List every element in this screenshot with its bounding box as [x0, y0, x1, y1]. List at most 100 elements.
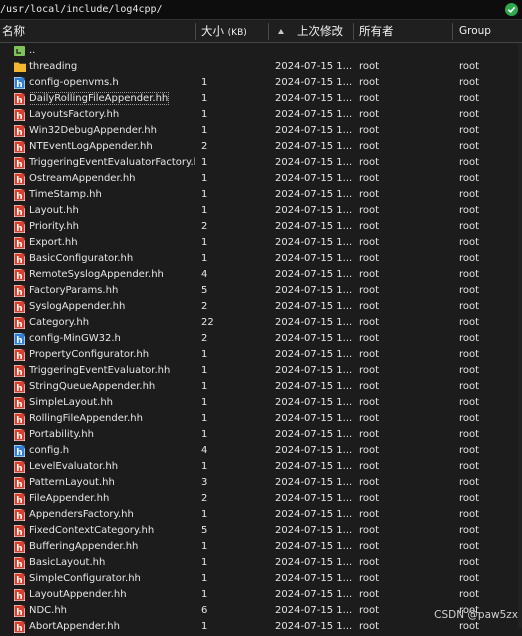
file-row[interactable]: h Win32DebugAppender.hh 1 2024-07-15 1... ro…: [0, 123, 522, 139]
file-modified: 2024-07-15 1...: [275, 413, 353, 424]
file-row[interactable]: h LevelEvaluator.hh 1 2024-07-15 1... root ro…: [0, 459, 522, 475]
file-owner: root: [359, 557, 380, 568]
column-size-header[interactable]: 大小 (KB): [201, 21, 247, 42]
file-row[interactable]: h PropertyConfigurator.hh 1 2024-07-15 1...…: [0, 347, 522, 363]
file-size: 1: [201, 173, 208, 184]
file-row[interactable]: h BasicConfigurator.hh 1 2024-07-15 1... roo…: [0, 251, 522, 267]
path-input[interactable]: /usr/local/include/log4cpp/: [0, 2, 496, 17]
file-row[interactable]: h TriggeringEventEvaluatorFactory.hh 1 2024…: [0, 155, 522, 171]
svg-text:h: h: [16, 288, 22, 297]
file-row[interactable]: h PatternLayout.hh 3 2024-07-15 1... root roo…: [0, 475, 522, 491]
file-row[interactable]: h FileAppender.hh 2 2024-07-15 1... root root: [0, 491, 522, 507]
file-row[interactable]: h SimpleLayout.hh 1 2024-07-15 1... root root: [0, 395, 522, 411]
column-divider[interactable]: [195, 23, 196, 40]
file-row[interactable]: h Layout.hh 1 2024-07-15 1... root root: [0, 203, 522, 219]
svg-text:h: h: [16, 528, 22, 537]
file-size: 2: [201, 333, 208, 344]
folder-row[interactable]: threading 2024-07-15 1... root root: [0, 59, 522, 75]
column-owner-header[interactable]: 所有者: [359, 21, 394, 42]
file-size: 1: [201, 365, 208, 376]
file-name: AbortAppender.hh: [29, 621, 120, 632]
vertical-scrollbar[interactable]: [518, 43, 522, 628]
cpp-header-file-icon: h: [14, 557, 25, 570]
cpp-header-file-icon: h: [14, 173, 25, 186]
svg-text:h: h: [16, 608, 22, 617]
file-modified: 2024-07-15 1...: [275, 157, 353, 168]
file-name: TimeStamp.hh: [29, 189, 102, 200]
file-row[interactable]: h FixedContextCategory.hh 5 2024-07-15 1...…: [0, 523, 522, 539]
file-row[interactable]: h BasicLayout.hh 1 2024-07-15 1... root root: [0, 555, 522, 571]
file-modified: 2024-07-15 1...: [275, 173, 353, 184]
file-row[interactable]: h LayoutsFactory.hh 1 2024-07-15 1... root ro…: [0, 107, 522, 123]
cpp-header-file-icon: h: [14, 589, 25, 602]
file-group: root: [459, 445, 480, 456]
file-row[interactable]: h SimpleConfigurator.hh 1 2024-07-15 1... ro…: [0, 571, 522, 587]
file-modified: 2024-07-15 1...: [275, 253, 353, 264]
file-owner: root: [359, 445, 380, 456]
file-group: root: [459, 253, 480, 264]
column-divider[interactable]: [353, 23, 354, 40]
file-row[interactable]: h DailyRollingFileAppender.hh 1 2024-07-15 …: [0, 91, 522, 107]
file-name: Category.hh: [29, 317, 90, 328]
file-owner: root: [359, 429, 380, 440]
sort-ascending-icon: [278, 29, 284, 34]
column-name-header[interactable]: 名称: [2, 21, 25, 42]
file-owner: root: [359, 525, 380, 536]
column-divider[interactable]: [452, 23, 453, 40]
file-row[interactable]: h Export.hh 1 2024-07-15 1... root root: [0, 235, 522, 251]
svg-text:h: h: [16, 576, 22, 585]
svg-text:h: h: [16, 448, 22, 457]
file-row[interactable]: h BufferingAppender.hh 1 2024-07-15 1... roo…: [0, 539, 522, 555]
file-row[interactable]: h OstreamAppender.hh 1 2024-07-15 1... root r…: [0, 171, 522, 187]
file-row[interactable]: h LayoutAppender.hh 1 2024-07-15 1... root ro…: [0, 587, 522, 603]
file-size: 1: [201, 77, 208, 88]
c-header-file-icon: h: [14, 77, 25, 90]
file-group: root: [459, 141, 480, 152]
file-row[interactable]: h config-MinGW32.h 2 2024-07-15 1... root roo…: [0, 331, 522, 347]
file-name: Export.hh: [29, 237, 78, 248]
file-row[interactable]: h NTEventLogAppender.hh 2 2024-07-15 1... ro…: [0, 139, 522, 155]
file-row[interactable]: h config-openvms.h 1 2024-07-15 1... root roo…: [0, 75, 522, 91]
svg-text:h: h: [16, 176, 22, 185]
column-modified-header[interactable]: 上次修改: [297, 21, 343, 42]
c-header-file-icon: h: [14, 445, 25, 458]
file-owner: root: [359, 461, 380, 472]
file-size: 1: [201, 93, 208, 104]
file-modified: 2024-07-15 1...: [275, 317, 353, 328]
file-size: 4: [201, 269, 208, 280]
file-name: StringQueueAppender.hh: [29, 381, 156, 392]
confirm-path-button[interactable]: [505, 3, 518, 16]
file-row[interactable]: h TriggeringEventEvaluator.hh 1 2024-07-15 …: [0, 363, 522, 379]
file-row[interactable]: h RemoteSyslogAppender.hh 4 2024-07-15 1...…: [0, 267, 522, 283]
file-row[interactable]: h Priority.hh 2 2024-07-15 1... root root: [0, 219, 522, 235]
column-divider[interactable]: [268, 23, 269, 40]
file-owner: [359, 43, 451, 59]
svg-text:h: h: [16, 384, 22, 393]
column-group-header[interactable]: Group: [459, 21, 491, 42]
file-modified: 2024-07-15 1...: [275, 573, 353, 584]
file-row[interactable]: h SyslogAppender.hh 2 2024-07-15 1... root ro…: [0, 299, 522, 315]
file-row[interactable]: h Category.hh 22 2024-07-15 1... root root: [0, 315, 522, 331]
file-row[interactable]: h StringQueueAppender.hh 1 2024-07-15 1... r…: [0, 379, 522, 395]
cpp-header-file-icon: h: [14, 493, 25, 506]
file-row[interactable]: h Portability.hh 1 2024-07-15 1... root root: [0, 427, 522, 443]
file-group: root: [459, 429, 480, 440]
file-modified: 2024-07-15 1...: [275, 61, 353, 72]
file-name: Layout.hh: [29, 205, 79, 216]
file-group: root: [459, 317, 480, 328]
file-row[interactable]: h FactoryParams.hh 5 2024-07-15 1... root roo…: [0, 283, 522, 299]
parent-directory-row[interactable]: ..: [0, 43, 522, 59]
column-header: 名称 大小 (KB) 上次修改 所有者 Group: [0, 21, 522, 43]
file-row[interactable]: h TimeStamp.hh 1 2024-07-15 1... root root: [0, 187, 522, 203]
file-row[interactable]: h AppendersFactory.hh 1 2024-07-15 1... root…: [0, 507, 522, 523]
cpp-header-file-icon: h: [14, 285, 25, 298]
file-modified: 2024-07-15 1...: [275, 477, 353, 488]
file-row[interactable]: h AbortAppender.hh 1 2024-07-15 1... root roo…: [0, 619, 522, 635]
svg-text:h: h: [16, 496, 22, 505]
path-bar: /usr/local/include/log4cpp/: [0, 0, 522, 20]
file-row[interactable]: h config.h 4 2024-07-15 1... root root: [0, 443, 522, 459]
svg-text:h: h: [16, 112, 22, 121]
file-name: NDC.hh: [29, 605, 68, 616]
file-row[interactable]: h RollingFileAppender.hh 1 2024-07-15 1... r…: [0, 411, 522, 427]
file-group: root: [459, 557, 480, 568]
